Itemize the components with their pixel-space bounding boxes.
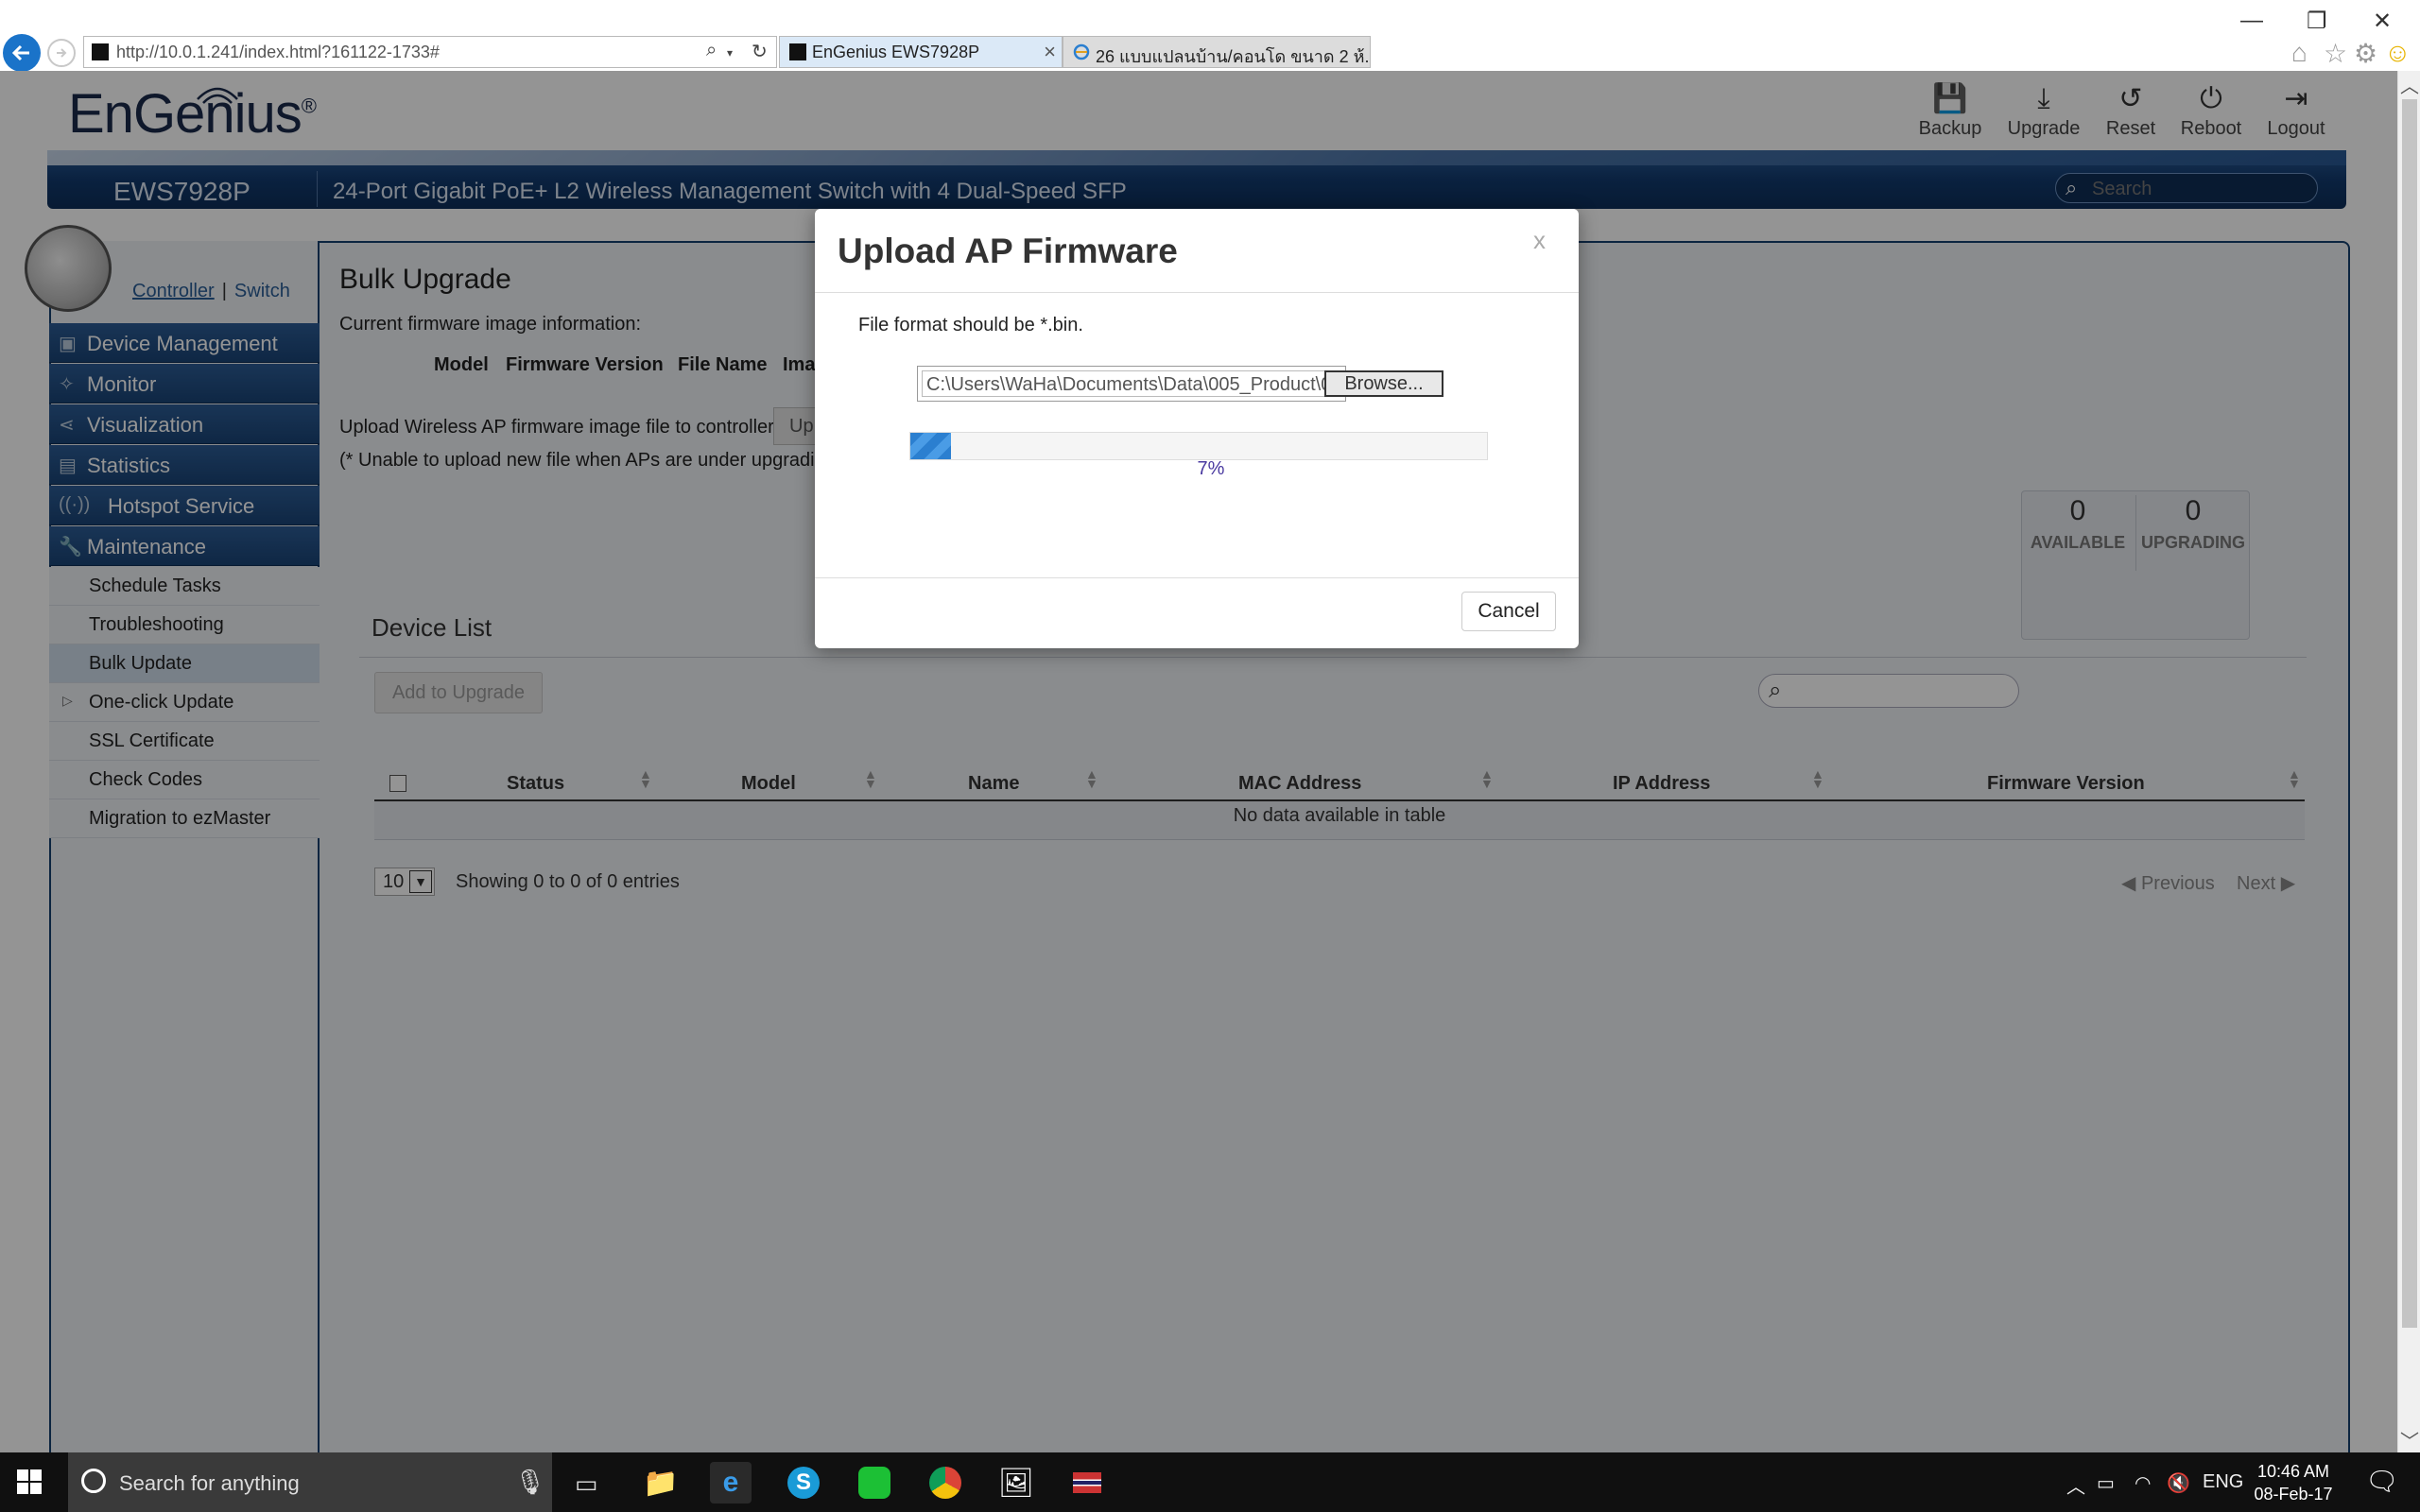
skype-icon[interactable]: S — [783, 1462, 824, 1503]
cancel-button[interactable]: Cancel — [1461, 592, 1556, 631]
clock-date: 08-Feb-17 — [2254, 1485, 2333, 1503]
cortana-icon — [81, 1469, 106, 1493]
close-window-button[interactable]: ✕ — [2373, 8, 2392, 35]
address-text[interactable]: http://10.0.1.241/index.html?161122-1733… — [116, 43, 440, 62]
page-scrollbar[interactable]: ︿ ﹀ — [2397, 71, 2420, 1452]
file-path-field[interactable]: C:\Users\WaHa\Documents\Data\005_Product… — [922, 370, 1332, 397]
scroll-up-icon[interactable]: ︿ — [2400, 71, 2419, 98]
minimize-button[interactable]: — — [2240, 8, 2263, 34]
browse-button[interactable]: Browse... — [1324, 370, 1443, 397]
file-explorer-icon[interactable]: 📁 — [640, 1462, 682, 1503]
scroll-down-icon[interactable]: ﹀ — [2400, 1426, 2419, 1453]
internet-explorer-icon[interactable]: e — [710, 1462, 752, 1503]
tab-floorplans[interactable]: 26 แบบแปลนบ้าน/คอนโด ขนาด 2 ห้... — [1063, 36, 1371, 68]
action-center-icon[interactable]: 🗨 — [2365, 1466, 2399, 1497]
wifi-icon[interactable]: ◠ — [2135, 1471, 2151, 1495]
photos-icon[interactable]: 🖼 — [995, 1462, 1037, 1503]
battery-icon[interactable]: ▭ — [2097, 1471, 2115, 1495]
back-button[interactable] — [3, 34, 41, 72]
file-format-note: File format should be *.bin. — [858, 315, 1083, 335]
taskbar-search-placeholder: Search for anything — [119, 1471, 300, 1495]
forward-arrow-icon — [57, 48, 67, 58]
home-icon[interactable]: ⌂ — [2291, 38, 2308, 68]
show-hidden-icons-icon[interactable]: ︿ — [2066, 1471, 2085, 1499]
refresh-icon[interactable]: ↻ — [752, 40, 768, 63]
upload-progress-text: 7% — [1197, 458, 1225, 479]
scroll-thumb[interactable] — [2402, 99, 2417, 1328]
file-input[interactable]: C:\Users\WaHa\Documents\Data\005_Product… — [917, 366, 1443, 402]
settings-gear-icon[interactable]: ⚙ — [2354, 38, 2377, 69]
smiley-feedback-icon[interactable]: ☺ — [2384, 38, 2411, 68]
clock[interactable]: 10:46 AM 08-Feb-17 — [2246, 1460, 2341, 1505]
divider — [815, 577, 1579, 578]
upload-progress-fill — [910, 433, 951, 459]
chrome-icon[interactable] — [925, 1462, 966, 1503]
windows-start-icon[interactable] — [17, 1469, 43, 1496]
dialog-close-button[interactable]: x — [1533, 226, 1546, 255]
back-arrow-icon — [11, 44, 29, 61]
tab-favicon-icon — [789, 43, 806, 60]
microphone-icon[interactable]: 🎙 — [514, 1468, 545, 1497]
close-tab-icon[interactable]: × — [1044, 40, 1056, 64]
clock-time: 10:46 AM — [2256, 1462, 2330, 1481]
address-bar[interactable]: http://10.0.1.241/index.html?161122-1733… — [83, 36, 777, 68]
upload-firmware-dialog: Upload AP Firmware x File format should … — [815, 209, 1579, 648]
browser-chrome: http://10.0.1.241/index.html?161122-1733… — [0, 0, 2420, 72]
maximize-button[interactable]: ❐ — [2307, 8, 2327, 35]
taskbar-search[interactable]: Search for anything 🎙 — [68, 1452, 552, 1512]
tab-label: EnGenius EWS7928P — [812, 43, 980, 61]
dropdown-icon[interactable]: ▾ — [727, 46, 733, 60]
forward-button[interactable] — [47, 39, 76, 67]
dialog-title: Upload AP Firmware — [838, 232, 1178, 270]
windows-taskbar: Search for anything 🎙 ▭ 📁 e S 🖼 ︿ ▭ ◠ 🔇 … — [0, 1452, 2420, 1512]
divider — [815, 292, 1579, 293]
site-favicon-icon — [92, 43, 109, 60]
task-view-icon[interactable]: ▭ — [575, 1469, 598, 1499]
favorites-star-icon[interactable]: ☆ — [2324, 38, 2347, 69]
ie-page-icon — [1073, 43, 1090, 60]
app-icon[interactable] — [1066, 1462, 1108, 1503]
tab-engenius[interactable]: EnGenius EWS7928P × — [779, 36, 1063, 68]
tab-label: 26 แบบแปลนบ้าน/คอนโด ขนาด 2 ห้... — [1096, 47, 1371, 66]
search-icon[interactable]: ⌕ — [706, 40, 717, 61]
upload-progress-bar — [909, 432, 1488, 460]
line-app-icon[interactable] — [854, 1462, 895, 1503]
volume-muted-icon[interactable]: 🔇 — [2167, 1471, 2190, 1495]
language-indicator[interactable]: ENG — [2203, 1471, 2243, 1493]
